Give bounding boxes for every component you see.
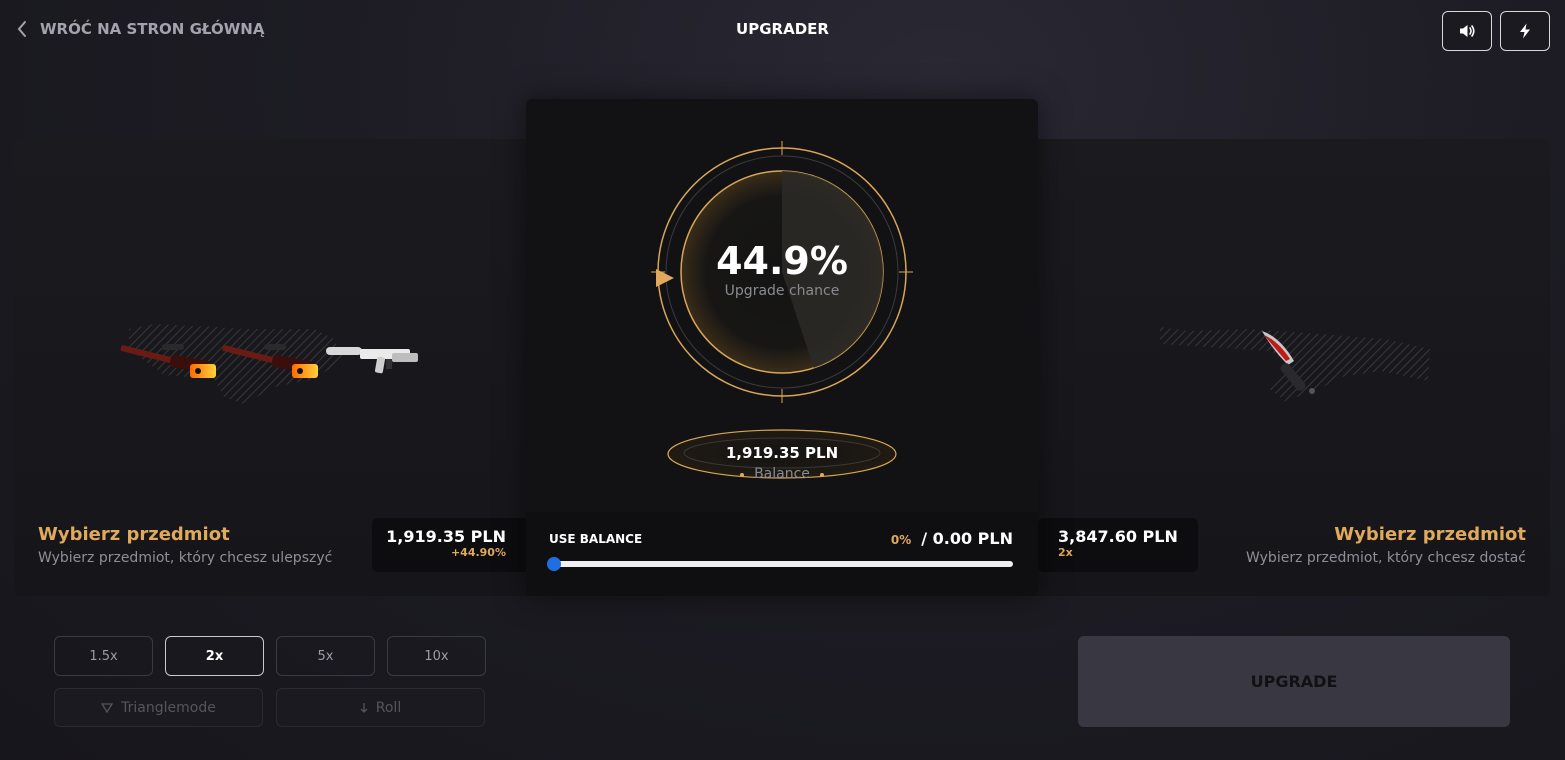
source-price: 1,919.35 PLN <box>386 527 506 546</box>
arrow-down-icon <box>360 702 368 713</box>
multiplier-5x-button[interactable]: 5x <box>276 636 375 676</box>
upgrade-chance-panel: 44.9% Upgrade chance 1,919.35 PLN Balanc… <box>526 99 1038 596</box>
use-balance-slider[interactable] <box>547 557 1013 571</box>
trianglemode-button[interactable]: Trianglemode <box>54 688 263 727</box>
upgrade-button[interactable]: UPGRADE <box>1078 636 1510 727</box>
multiplier-1-5x-button[interactable]: 1.5x <box>54 636 153 676</box>
target-multiplier: 2x <box>1058 546 1073 559</box>
triangle-down-icon <box>101 702 114 713</box>
slider-thumb[interactable] <box>547 557 561 571</box>
upgrade-chance-value: 44.9% <box>716 239 848 283</box>
source-heading: Wybierz przedmiot <box>38 524 230 545</box>
target-heading: Wybierz przedmiot <box>1334 524 1526 545</box>
top-bar: WRÓĆ NA STRON GŁÓWNĄ UPGRADER <box>0 0 1565 62</box>
target-price: 3,847.60 PLN <box>1058 527 1178 546</box>
use-balance-percent: 0% <box>890 533 912 547</box>
use-balance-label: USE BALANCE <box>549 532 643 546</box>
source-price-box: 1,919.35 PLN +44.90% <box>372 518 532 572</box>
source-subtext: Wybierz przedmiot, który chcesz ulepszyć <box>38 550 333 566</box>
lightning-icon <box>1520 23 1530 39</box>
balance-value: 1,919.35 PLN <box>725 444 839 462</box>
target-price-box: 3,847.60 PLN 2x <box>1038 518 1198 572</box>
source-price-change: +44.90% <box>450 546 506 559</box>
use-balance-section: USE BALANCE 0% / 0.00 PLN <box>526 512 1038 596</box>
target-subtext: Wybierz przedmiot, który chcesz dostać <box>1246 550 1526 566</box>
balance-label: Balance <box>754 466 810 482</box>
roll-label: Roll <box>375 699 402 716</box>
use-balance-amount: / 0.00 PLN <box>921 529 1013 548</box>
roll-button[interactable]: Roll <box>276 688 485 727</box>
multiplier-2x-button[interactable]: 2x <box>165 636 264 676</box>
page-title: UPGRADER <box>736 20 829 38</box>
speaker-icon <box>1460 25 1475 37</box>
fast-mode-button[interactable] <box>1500 11 1550 51</box>
multiplier-10x-button[interactable]: 10x <box>387 636 486 676</box>
trianglemode-label: Trianglemode <box>121 699 216 716</box>
sound-toggle-button[interactable] <box>1442 11 1492 51</box>
upgrade-chance-label: Upgrade chance <box>724 283 840 299</box>
chance-dial <box>651 141 913 479</box>
use-balance-readout: 0% / 0.00 PLN <box>891 529 1013 548</box>
